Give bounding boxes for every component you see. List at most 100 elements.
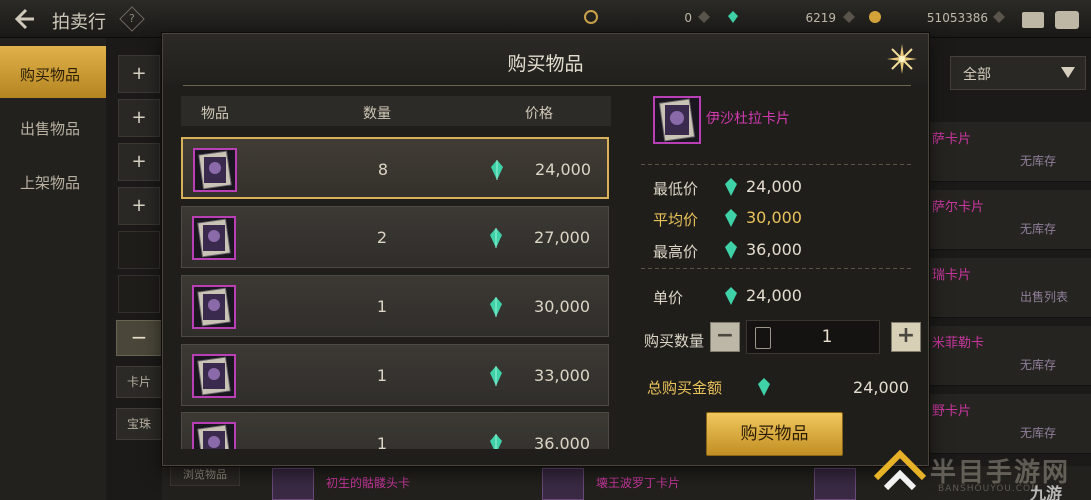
table-row[interactable]: 2 27,000 [181,206,609,268]
sidebar-item-list[interactable]: 上架物品 [0,154,106,206]
card-thumbnail [272,468,314,500]
max-price-value: 36,000 [746,240,802,259]
row-price: 27,000 [534,228,590,247]
sidebar-item-buy[interactable]: 购买物品 [0,46,106,98]
add-slot-button[interactable]: + [118,187,160,225]
unit-price-value: 24,000 [746,286,802,305]
plus-diamond-icon[interactable] [697,10,711,24]
row-quantity: 8 [377,160,389,179]
add-slot-button[interactable]: + [118,55,160,93]
plus-diamond-icon[interactable] [992,10,1006,24]
buy-button[interactable]: 购买物品 [706,412,843,456]
divider [641,268,911,269]
min-price-label: 最低价 [653,180,699,198]
card-thumbnail [192,422,236,449]
gem-icon [490,366,502,386]
empty-slot [118,231,160,269]
list-item[interactable]: 米菲勒卡 无库存 [928,326,1091,386]
selected-card-name: 伊沙杜拉卡片 [706,111,790,127]
currency-2-value: 6219 [805,11,836,25]
sidebar-item-sell[interactable]: 出售物品 [0,100,106,152]
watermark-logo-icon [873,449,927,491]
table-row[interactable]: 1 36,000 [181,412,609,449]
table-row[interactable]: 1 33,000 [181,344,609,406]
unit-price-label: 单价 [653,289,684,307]
currency-1-value: 0 [684,11,692,25]
total-label: 总购买金额 [647,379,723,397]
avg-price-label: 平均价 [653,211,699,229]
card-thumbnail [192,285,236,329]
watermark-sub: BANSHOUYOU.COM [938,484,1040,494]
plus-diamond-icon[interactable] [842,10,856,24]
help-icon[interactable]: ? [119,6,145,32]
quantity-input[interactable]: 1 [746,320,880,354]
sidebar: 购买物品 出售物品 上架物品 [0,38,106,500]
card-thumbnail [542,468,584,500]
filter-value: 全部 [963,67,991,83]
chat-icon[interactable] [1055,11,1079,29]
chevron-down-icon [1061,67,1075,78]
gem-icon [490,228,502,248]
coin-c-icon [584,10,598,24]
close-icon[interactable] [885,42,919,76]
card-thumbnail [193,148,237,192]
card-name: 初生的骷髅头卡 [326,476,411,490]
dialog-header: 购买物品 [163,34,928,84]
currency-3-value: 51053386 [926,11,988,25]
add-slot-button[interactable]: + [118,143,160,181]
gem-icon [725,241,737,259]
row-price: 30,000 [534,297,590,316]
dialog-title: 购买物品 [507,53,584,75]
row-quantity: 1 [376,366,388,385]
column-price: 价格 [525,106,553,122]
gem-icon [725,209,737,227]
quantity-value: 1 [821,327,833,347]
card-thumbnail [192,354,236,398]
column-quantity: 数量 [363,106,391,122]
list-clip: 1 36,000 [181,412,609,449]
watermark-brand: 九游 [1030,484,1063,500]
calculator-icon[interactable] [755,327,771,349]
purchase-dialog: 购买物品 物品 数量 价格 8 24,000 2 27,000 1 30,000… [162,33,929,466]
avg-price-value: 30,000 [746,208,802,227]
list-item[interactable]: 萨卡片 无库存 [928,122,1091,182]
gem-icon [728,11,738,23]
empty-slot [118,275,160,313]
decrease-quantity-button[interactable]: − [710,322,740,352]
card-name: 壊王波罗丁卡片 [596,476,681,490]
max-price-label: 最高价 [653,243,699,261]
row-price: 33,000 [534,366,590,385]
gem-icon [758,378,770,396]
gem-icon [490,434,502,449]
gem-icon [725,287,737,305]
column-item: 物品 [201,106,229,122]
back-arrow-icon[interactable] [12,6,38,32]
card-thumbnail [814,468,856,500]
category-tag-orb[interactable]: 宝珠 [116,408,162,440]
increase-quantity-button[interactable]: + [891,322,921,352]
list-item[interactable]: 野卡片 无库存 [928,394,1091,454]
gem-icon [490,297,502,317]
divider [183,85,911,86]
row-price: 36,000 [534,434,590,449]
row-quantity: 1 [376,434,388,449]
table-row[interactable]: 8 24,000 [181,137,609,199]
total-value: 24,000 [853,378,909,397]
card-thumbnail [192,216,236,260]
list-item[interactable]: 萨尔卡片 无库存 [928,190,1091,250]
collapse-button[interactable]: − [116,320,162,356]
min-price-value: 24,000 [746,177,802,196]
page-title: 拍卖行 [52,12,106,33]
gold-coin-icon [869,11,881,23]
mail-icon[interactable] [1022,12,1044,28]
list-item[interactable]: 瑞卡片 出售列表 [928,258,1091,318]
filter-dropdown[interactable]: 全部 [950,56,1086,90]
gem-icon [725,178,737,196]
table-row[interactable]: 1 30,000 [181,275,609,337]
divider [641,164,911,165]
selected-card-thumbnail [653,96,701,144]
category-tag-card[interactable]: 卡片 [116,366,162,398]
add-slot-button[interactable]: + [118,99,160,137]
table-header: 物品 数量 价格 [181,96,611,126]
row-quantity: 2 [376,228,388,247]
